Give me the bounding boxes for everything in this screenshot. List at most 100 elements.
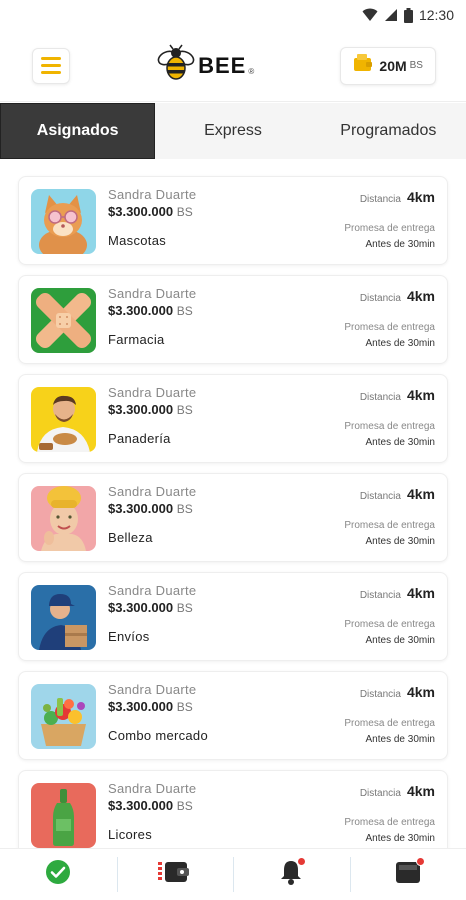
order-category: Mascotas: [108, 233, 167, 248]
promise-label: Promesa de entrega: [344, 322, 435, 333]
order-currency: BS: [176, 502, 193, 516]
distance-value: 4km: [406, 189, 435, 205]
menu-icon-bar: [41, 64, 61, 67]
menu-icon-bar: [41, 57, 61, 60]
tab-programados[interactable]: Programados: [311, 103, 466, 159]
promise-value: Antes de 30min: [365, 239, 436, 250]
distance-label: Distancia: [359, 293, 401, 304]
bell-icon: [279, 857, 307, 890]
menu-button[interactable]: [32, 47, 70, 84]
wallet-currency: BS: [409, 60, 423, 71]
signal-icon: [384, 8, 398, 22]
distance-value: 4km: [406, 783, 435, 799]
promise-label: Promesa de entrega: [344, 718, 435, 729]
order-currency: BS: [176, 601, 193, 615]
bottle-image: [31, 783, 96, 848]
order-card[interactable]: Sandra Duarte $3.300.000 BS Farmacia Dis…: [18, 275, 448, 364]
promise-label: Promesa de entrega: [344, 223, 435, 234]
order-currency: BS: [176, 700, 193, 714]
courier-image: [31, 585, 96, 650]
bottom-nav: [0, 848, 466, 900]
logo-text: BEE: [198, 52, 247, 78]
bandage-image: [31, 288, 96, 353]
inbox-icon: [395, 857, 425, 889]
order-card[interactable]: Sandra Duarte $3.300.000 BS Belleza Dist…: [18, 473, 448, 562]
promise-value: Antes de 30min: [365, 635, 436, 646]
registered-mark: ®: [248, 67, 255, 76]
wifi-icon: [362, 8, 378, 22]
order-currency: BS: [176, 403, 193, 417]
coin-wallet-icon: [353, 53, 373, 78]
promise-label: Promesa de entrega: [344, 619, 435, 630]
promise-label: Promesa de entrega: [344, 520, 435, 531]
order-list: Sandra Duarte $3.300.000 BS Mascotas Dis…: [0, 159, 466, 859]
order-card[interactable]: Sandra Duarte $3.300.000 BS Mascotas Dis…: [18, 176, 448, 265]
groceries-image: [31, 684, 96, 749]
bee-logo: BEE ®: [156, 44, 254, 87]
order-card[interactable]: Sandra Duarte $3.300.000 BS Combo mercad…: [18, 671, 448, 760]
client-name: Sandra Duarte: [108, 286, 197, 301]
nav-completed[interactable]: [0, 849, 117, 900]
order-category: Belleza: [108, 530, 153, 545]
battery-icon: [403, 7, 413, 23]
distance-value: 4km: [406, 585, 435, 601]
distance-label: Distancia: [359, 392, 401, 403]
client-name: Sandra Duarte: [108, 682, 197, 697]
tab-asignados[interactable]: Asignados: [0, 103, 156, 159]
distance-value: 4km: [406, 387, 435, 403]
cat-image: [31, 189, 96, 254]
order-card[interactable]: Sandra Duarte $3.300.000 BS Licores Dist…: [18, 770, 448, 859]
order-price: $3.300.000: [108, 699, 174, 714]
promise-label: Promesa de entrega: [344, 421, 435, 432]
order-price: $3.300.000: [108, 501, 174, 516]
distance-label: Distancia: [359, 194, 401, 205]
client-name: Sandra Duarte: [108, 781, 197, 796]
distance-value: 4km: [406, 288, 435, 304]
order-currency: BS: [176, 799, 193, 813]
nav-messages[interactable]: [349, 849, 466, 900]
order-tabs: Asignados Express Programados: [0, 103, 466, 159]
message-badge: [415, 857, 425, 866]
order-price: $3.300.000: [108, 402, 174, 417]
wallet-balance-button[interactable]: 20M BS: [340, 46, 436, 85]
order-category: Licores: [108, 827, 153, 842]
order-category: Envíos: [108, 629, 150, 644]
baker-image: [31, 387, 96, 452]
order-currency: BS: [176, 304, 193, 318]
promise-value: Antes de 30min: [365, 734, 436, 745]
menu-icon-bar: [41, 71, 61, 74]
notification-badge: [297, 857, 307, 866]
app-header: BEE ® 20M BS: [0, 30, 466, 102]
order-price: $3.300.000: [108, 798, 174, 813]
order-price: $3.300.000: [108, 204, 174, 219]
order-category: Farmacia: [108, 332, 165, 347]
distance-value: 4km: [406, 684, 435, 700]
order-category: Panadería: [108, 431, 171, 446]
order-card[interactable]: Sandra Duarte $3.300.000 BS Envíos Dista…: [18, 572, 448, 661]
spa-woman-image: [31, 486, 96, 551]
nav-notifications[interactable]: [233, 849, 350, 900]
tab-express[interactable]: Express: [155, 103, 310, 159]
order-card[interactable]: Sandra Duarte $3.300.000 BS Panadería Di…: [18, 374, 448, 463]
order-price: $3.300.000: [108, 600, 174, 615]
promise-label: Promesa de entrega: [344, 817, 435, 828]
distance-label: Distancia: [359, 491, 401, 502]
client-name: Sandra Duarte: [108, 583, 197, 598]
status-time: 12:30: [418, 7, 454, 23]
nav-wallet[interactable]: [116, 849, 234, 900]
client-name: Sandra Duarte: [108, 385, 197, 400]
wallet-amount: 20M: [379, 57, 407, 74]
promise-value: Antes de 30min: [365, 437, 436, 448]
promise-value: Antes de 30min: [365, 536, 436, 547]
client-name: Sandra Duarte: [108, 484, 197, 499]
bee-icon: [156, 44, 196, 87]
distance-label: Distancia: [359, 689, 401, 700]
distance-label: Distancia: [359, 590, 401, 601]
client-name: Sandra Duarte: [108, 187, 197, 202]
check-circle-icon: [45, 859, 71, 890]
promise-value: Antes de 30min: [365, 833, 436, 844]
order-currency: BS: [176, 205, 193, 219]
status-bar: 12:30: [0, 0, 466, 30]
order-category: Combo mercado: [108, 728, 208, 743]
promise-value: Antes de 30min: [365, 338, 436, 349]
